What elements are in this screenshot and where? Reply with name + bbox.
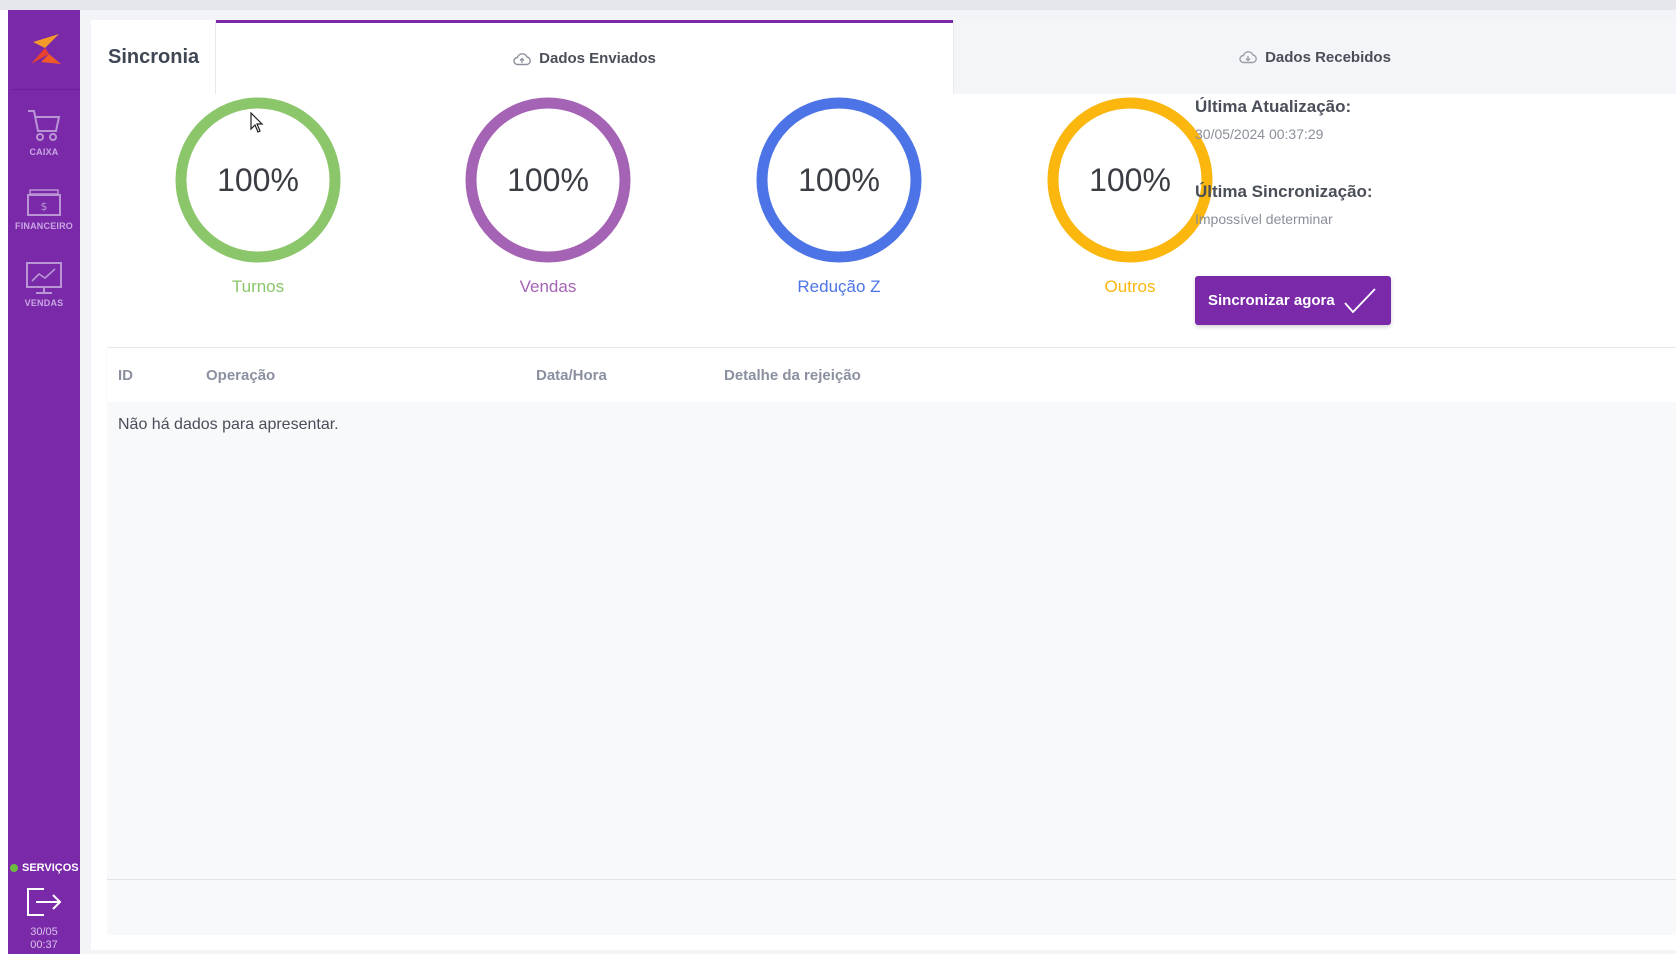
sidebar-item-label: FINANCEIRO bbox=[15, 221, 73, 231]
left-gutter bbox=[0, 10, 8, 954]
gauge-percent: 100% bbox=[1089, 161, 1171, 198]
gauge-vendas: 100% Vendas bbox=[463, 95, 633, 296]
gauge-ring: 100% bbox=[754, 95, 924, 265]
cash-icon: $ bbox=[27, 189, 61, 216]
tab-dados-enviados[interactable]: Dados Enviados bbox=[216, 20, 953, 94]
page-title: Sincronia bbox=[91, 20, 216, 94]
top-strip bbox=[0, 0, 1676, 10]
app-logo[interactable] bbox=[12, 10, 80, 90]
tab-bar: Sincronia Dados Enviados Dados Recebidos bbox=[91, 20, 1676, 94]
column-header-operacao[interactable]: Operação bbox=[206, 348, 275, 403]
gauge-ring: 100% bbox=[1045, 95, 1215, 265]
empty-message: Não há dados para apresentar. bbox=[118, 416, 339, 433]
chart-monitor-icon bbox=[26, 262, 62, 294]
sidebar-item-caixa[interactable]: CAIXA bbox=[8, 105, 80, 157]
gauge-label: Outros bbox=[1104, 277, 1156, 296]
svg-text:$: $ bbox=[41, 200, 48, 213]
table-header: ID Operação Data/Hora Detalhe da rejeiçã… bbox=[107, 347, 1676, 402]
gauge-ring: 100% bbox=[463, 95, 633, 265]
cloud-upload-icon bbox=[513, 52, 531, 65]
status-dot-icon bbox=[10, 864, 18, 872]
logout-button[interactable] bbox=[8, 885, 80, 919]
services-label: SERVIÇOS bbox=[22, 862, 79, 874]
sidebar: CAIXA $ FINANCEIRO VENDAS SERVIÇOS 30/05… bbox=[8, 10, 80, 954]
tab-label: Dados Enviados bbox=[539, 50, 656, 67]
clock-time: 00:37 bbox=[30, 939, 58, 951]
gauge-label: Vendas bbox=[519, 277, 577, 296]
gauge-percent: 100% bbox=[507, 161, 589, 198]
logout-icon bbox=[27, 888, 62, 916]
tab-dados-recebidos[interactable]: Dados Recebidos bbox=[953, 20, 1676, 94]
last-sync-value: Impossível determinar bbox=[1195, 211, 1333, 227]
sync-info: Última Atualização: 30/05/2024 00:37:29 … bbox=[1195, 97, 1525, 227]
sidebar-item-label: VENDAS bbox=[24, 298, 64, 308]
table-footer bbox=[107, 880, 1676, 935]
clock: 30/05 00:37 bbox=[8, 926, 80, 952]
sidebar-item-label: CAIXA bbox=[29, 147, 59, 157]
last-update-label: Última Atualização: bbox=[1195, 97, 1352, 116]
column-header-data-hora[interactable]: Data/Hora bbox=[536, 348, 607, 403]
cloud-download-icon bbox=[1239, 51, 1257, 64]
mouse-cursor-icon bbox=[250, 111, 264, 139]
last-sync-label: Última Sincronização: bbox=[1195, 182, 1373, 201]
checkmark-icon bbox=[1344, 287, 1376, 313]
sidebar-item-vendas[interactable]: VENDAS bbox=[8, 260, 80, 308]
logo-icon bbox=[31, 33, 61, 64]
column-header-detalhe[interactable]: Detalhe da rejeição bbox=[724, 348, 861, 403]
last-update-value: 30/05/2024 00:37:29 bbox=[1195, 126, 1324, 142]
gauge-outros: 100% Outros bbox=[1045, 95, 1215, 296]
table-body: Não há dados para apresentar. bbox=[107, 402, 1676, 880]
gauge-reducao-z: 100% Redução Z bbox=[754, 95, 924, 296]
column-header-id[interactable]: ID bbox=[118, 348, 133, 403]
tab-label: Dados Recebidos bbox=[1265, 48, 1391, 66]
clock-date: 30/05 bbox=[30, 926, 58, 938]
sync-now-button[interactable]: Sincronizar agora bbox=[1195, 276, 1391, 325]
services-status[interactable]: SERVIÇOS bbox=[8, 857, 80, 879]
gauge-label: Turnos bbox=[231, 277, 285, 296]
sync-button-label: Sincronizar agora bbox=[1208, 292, 1335, 309]
gauge-label: Redução Z bbox=[797, 277, 881, 296]
gauge-percent: 100% bbox=[798, 161, 880, 198]
cart-icon bbox=[28, 110, 61, 141]
sidebar-item-financeiro[interactable]: $ FINANCEIRO bbox=[8, 187, 80, 231]
